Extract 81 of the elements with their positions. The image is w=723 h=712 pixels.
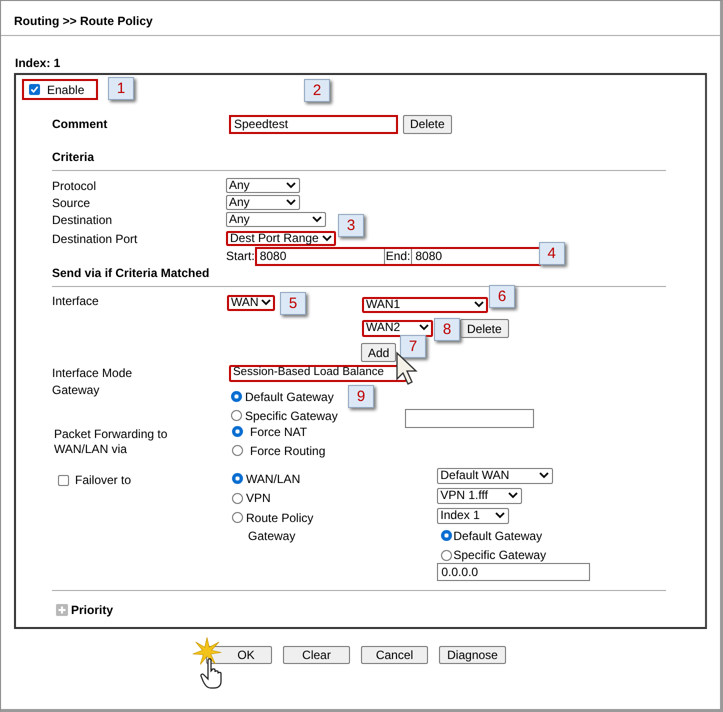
radio-label: Force Routing xyxy=(250,444,326,458)
radio-label: Route Policy xyxy=(246,510,314,525)
callout-number: 2 xyxy=(304,78,330,102)
dropdown[interactable]: WAN xyxy=(227,295,275,311)
radio-label: Specific Gateway xyxy=(453,548,546,562)
radio-button[interactable] xyxy=(232,445,243,456)
field-label: End: xyxy=(384,249,412,263)
callout-number: 7 xyxy=(400,335,426,358)
delete-button[interactable]: Delete xyxy=(403,114,452,134)
caret-icon xyxy=(419,324,429,331)
radio-button[interactable] xyxy=(232,492,243,504)
pointer-cursor-icon xyxy=(395,351,419,387)
callout-number: 9 xyxy=(348,385,374,408)
section-heading: Priority xyxy=(71,602,114,616)
caret-icon xyxy=(261,299,271,306)
radio-button[interactable] xyxy=(231,391,242,402)
callout-number: 8 xyxy=(434,318,460,341)
radio-label: Force NAT xyxy=(250,424,308,438)
radio-button[interactable] xyxy=(232,512,243,524)
callout-number: 4 xyxy=(538,242,565,264)
gateway-field[interactable] xyxy=(404,409,534,428)
radio-button[interactable] xyxy=(232,426,243,437)
caret-icon xyxy=(539,472,550,479)
page-title: Routing >> Route Policy xyxy=(13,13,154,30)
action-button[interactable]: Diagnose xyxy=(439,646,506,664)
checkbox[interactable] xyxy=(58,474,69,486)
delete-button[interactable]: Delete xyxy=(460,319,509,338)
comment-field[interactable]: Speedtest xyxy=(229,114,398,134)
field-label: Source xyxy=(52,196,92,210)
dropdown[interactable]: Index 1 xyxy=(437,508,510,524)
radio-label: Default Gateway xyxy=(453,528,542,543)
dropdown[interactable]: Any xyxy=(226,178,300,193)
caret-icon xyxy=(312,216,322,223)
field-label: Protocol xyxy=(52,178,98,192)
caret-icon xyxy=(322,235,332,242)
dropdown[interactable]: Default WAN xyxy=(437,468,554,484)
field-label: Destination xyxy=(52,212,114,226)
add-button[interactable]: Add xyxy=(361,343,396,362)
caret-icon xyxy=(474,301,484,308)
field-label: Destination Port xyxy=(52,232,138,246)
dropdown[interactable]: Dest Port Range xyxy=(226,231,336,246)
field-label: Interface Mode xyxy=(52,366,134,380)
dropdown[interactable]: Any xyxy=(226,212,326,227)
field-label: Gateway xyxy=(52,383,100,397)
radio-button[interactable] xyxy=(441,550,452,561)
field-label: Gateway xyxy=(248,528,296,544)
radio-button[interactable] xyxy=(441,530,452,542)
field-label: Interface xyxy=(52,294,100,308)
dropdown[interactable]: VPN 1.fff xyxy=(437,488,522,504)
radio-label: WAN/LAN xyxy=(246,472,300,486)
radio-label: VPN xyxy=(246,491,271,506)
caret-icon xyxy=(495,512,506,519)
field-label: Start: xyxy=(226,249,255,263)
radio-label: Specific Gateway xyxy=(245,408,338,422)
radio-button[interactable] xyxy=(231,410,242,421)
section-heading: Send via if Criteria Matched xyxy=(52,265,210,281)
radio-label: Default Gateway xyxy=(245,390,334,404)
section-heading: Criteria xyxy=(52,149,96,165)
hand-cursor-icon xyxy=(200,658,224,690)
checkbox[interactable] xyxy=(29,84,40,95)
field-label: Packet Forwarding to xyxy=(54,427,168,442)
start-port-field[interactable]: 8080 xyxy=(256,248,385,264)
dropdown[interactable]: WAN2 xyxy=(362,320,433,337)
callout-number: 3 xyxy=(338,214,364,237)
callout-number: 1 xyxy=(108,77,134,100)
callout-number: 5 xyxy=(280,292,306,315)
field-label: Comment xyxy=(52,117,108,131)
action-button[interactable]: Cancel xyxy=(361,646,428,664)
click-burst-icon xyxy=(192,636,222,666)
index-label: Index: 1 xyxy=(15,56,62,71)
checkbox-label: Enable xyxy=(47,82,84,96)
radio-button[interactable] xyxy=(232,473,243,484)
dropdown[interactable]: WAN1 xyxy=(362,297,488,313)
dropdown[interactable]: Session-Based Load Balance xyxy=(229,364,407,382)
dropdown[interactable]: Any xyxy=(226,195,300,210)
gateway-ip-field[interactable]: 0.0.0.0 xyxy=(437,563,590,581)
checkbox-label: Failover to xyxy=(75,473,132,487)
action-button[interactable]: Clear xyxy=(283,646,350,664)
field-label: WAN/LAN via xyxy=(54,442,128,457)
caret-icon xyxy=(508,492,518,499)
callout-number: 6 xyxy=(489,285,515,308)
